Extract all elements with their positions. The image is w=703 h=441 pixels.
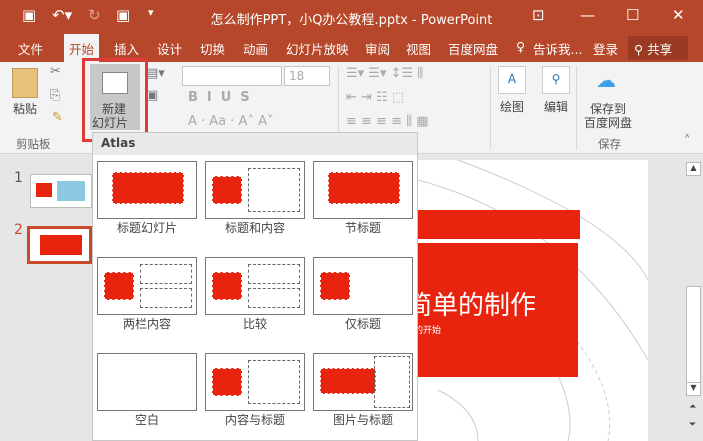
slide-thumbnail-1[interactable] [30, 174, 92, 208]
layout-label: 标题幻灯片 [116, 221, 177, 235]
bullets-icon[interactable]: ☰▾ ☰▾ ↕☰ ⫼ [346, 66, 423, 81]
font-color-icons[interactable]: A · Aa · A˄ A˅ [188, 114, 273, 129]
close-button[interactable]: ✕ [672, 6, 685, 24]
drawing-button[interactable]: 绘图 [500, 98, 524, 115]
tell-me-input[interactable]: 告诉我... [533, 39, 582, 58]
title-bar-shape [418, 210, 580, 239]
tab-design[interactable]: 设计 [157, 39, 182, 58]
layout-label: 两栏内容 [122, 317, 171, 331]
lightbulb-icon: ♀ [516, 39, 526, 54]
layout-label: 比较 [242, 317, 267, 331]
scroll-up-button[interactable]: ▲ [686, 162, 701, 176]
layout-title-only[interactable] [313, 257, 413, 315]
tab-file[interactable]: 文件 [18, 39, 43, 58]
search-icon[interactable]: ⚲ [542, 66, 570, 94]
slide-thumbnail-2[interactable] [27, 226, 92, 264]
layout-section-header[interactable] [313, 161, 413, 219]
title-bar: ▣ ↶▾ ↻ ▣ ▾ 怎么制作PPT，小Q办公教程.pptx - PowerPo… [0, 0, 703, 34]
slide-title[interactable]: 简单的制作 [406, 285, 536, 322]
group-save-label: 保存 [598, 137, 621, 151]
window-title: 怎么制作PPT，小Q办公教程.pptx - PowerPoint [210, 13, 493, 28]
copy-icon[interactable]: ⎘ [50, 88, 60, 103]
scrollbar-thumb[interactable] [686, 286, 701, 390]
previous-slide-icon[interactable]: ⏶ [689, 402, 696, 412]
layout-title-slide[interactable] [97, 161, 197, 219]
tab-transitions[interactable]: 切换 [200, 39, 225, 58]
layout-label: 仅标题 [344, 317, 381, 331]
layout-label: 内容与标题 [224, 413, 285, 427]
layout-content-with-caption[interactable] [205, 353, 305, 411]
paste-icon[interactable] [12, 68, 38, 98]
person-icon: ⚲ [634, 42, 648, 57]
tab-view[interactable]: 视图 [406, 39, 431, 58]
layout-blank[interactable] [97, 353, 197, 411]
slide-canvas[interactable]: 简单的制作 的开始 [406, 160, 648, 441]
cut-icon[interactable]: ✂ [50, 64, 61, 79]
title-box[interactable]: 简单的制作 的开始 [406, 243, 578, 377]
layout-label: 图片与标题 [332, 413, 393, 427]
slide-subtitle[interactable]: 的开始 [414, 323, 441, 336]
tab-slideshow[interactable]: 幻灯片放映 [286, 39, 349, 58]
divider [490, 66, 491, 150]
minimize-button[interactable]: — [580, 6, 595, 24]
theme-header: Atlas [93, 133, 417, 155]
tab-baidu[interactable]: 百度网盘 [448, 39, 498, 58]
next-slide-icon[interactable]: ⏷ [689, 420, 696, 430]
tab-insert[interactable]: 插入 [114, 39, 139, 58]
align-icons[interactable]: ≡ ≡ ≡ ≡ ⫼ ▦ [346, 114, 429, 129]
baidu-cloud-icon[interactable]: ☁ [596, 68, 616, 92]
slide-thumbnail-pane: 1 2 [0, 154, 92, 441]
maximize-button[interactable]: ☐ [626, 6, 639, 24]
share-button[interactable]: ⚲ 共享 [628, 36, 688, 60]
tab-review[interactable]: 审阅 [365, 39, 390, 58]
save-to-baidu-label: 百度网盘 [584, 116, 633, 130]
layout-picture-with-caption[interactable] [313, 353, 413, 411]
layout-label: 标题和内容 [224, 221, 285, 235]
font-format-icons[interactable]: BIUS [188, 90, 259, 105]
highlight-box [82, 58, 148, 142]
editing-button[interactable]: 编辑 [544, 98, 568, 115]
slide-number: 2 [14, 222, 23, 238]
paste-button[interactable]: 粘贴 [13, 100, 37, 117]
ribbon-display-icon[interactable]: ⊡ [532, 6, 545, 24]
new-slide-layout-dropdown: Atlas 标题幻灯片 标题和内容 节标题两栏内容 比较 仅标题空白 内容与标题 图片与标题 [92, 132, 418, 441]
layout-label: 空白 [134, 413, 159, 427]
layout-comparison[interactable] [205, 257, 305, 315]
layout-title-and-content[interactable] [205, 161, 305, 219]
divider [576, 66, 577, 150]
layout-label: 节标题 [344, 221, 381, 235]
collapse-ribbon-icon[interactable]: ˄ [684, 134, 691, 149]
drawing-icon[interactable]: A [498, 66, 526, 94]
group-clipboard-label: 剪贴板 [16, 137, 51, 151]
vertical-scrollbar[interactable]: ▲ ▼ ⏶ ⏷ [686, 158, 701, 441]
layout-two-content[interactable] [97, 257, 197, 315]
layout-icon[interactable]: ▤▾ [146, 66, 165, 81]
share-label: 共享 [647, 42, 673, 57]
slide-number: 1 [14, 170, 23, 186]
format-painter-icon[interactable]: ✎ [52, 110, 63, 125]
font-size-input[interactable]: 18 [284, 66, 330, 86]
login-link[interactable]: 登录 [593, 39, 618, 58]
font-name-input[interactable] [182, 66, 282, 86]
scroll-down-button[interactable]: ▼ [686, 382, 701, 396]
tab-animations[interactable]: 动画 [243, 39, 268, 58]
indent-icons[interactable]: ⇤ ⇥ ☷ ⬚ [346, 90, 404, 105]
